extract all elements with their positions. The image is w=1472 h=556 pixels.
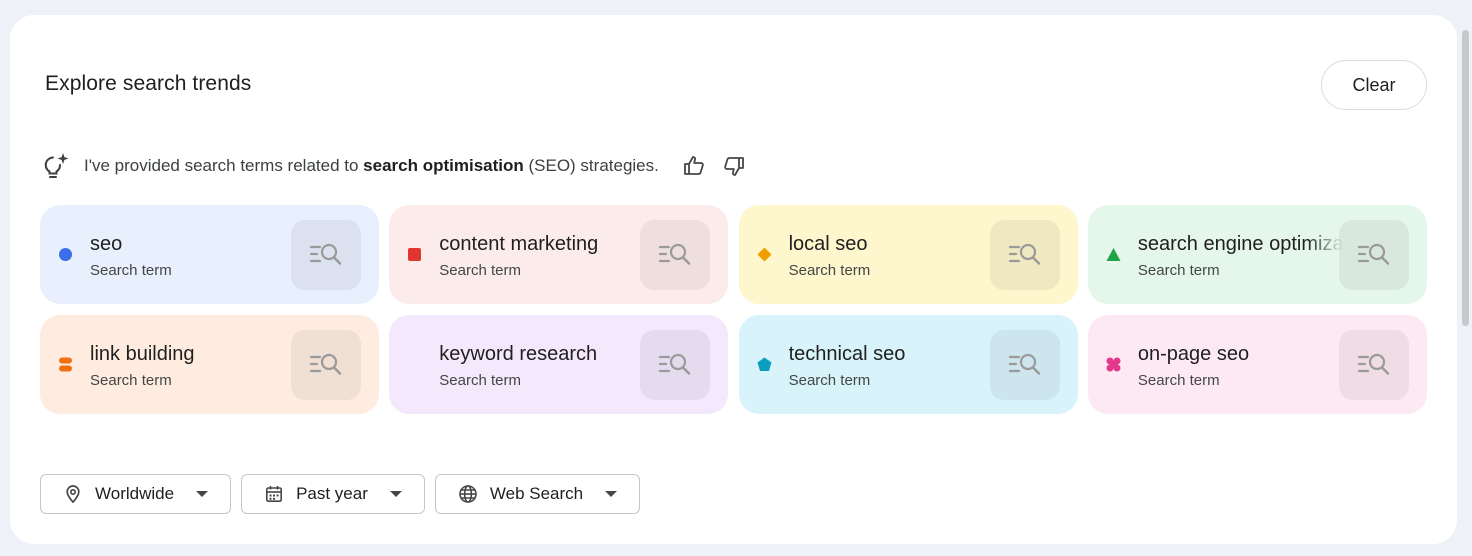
series-marker-icon	[1106, 248, 1121, 261]
explore-term-button[interactable]	[640, 330, 711, 400]
series-marker-icon	[407, 357, 422, 372]
search-term-name: keyword research	[439, 343, 598, 365]
search-term-chip[interactable]: content marketing Search term	[389, 205, 729, 304]
explore-term-button[interactable]	[291, 330, 361, 400]
ai-summary-topic: search optimisation	[363, 156, 524, 175]
location-pin-icon	[66, 485, 80, 504]
search-term-name: technical seo	[788, 343, 906, 365]
explore-term-button[interactable]	[640, 220, 711, 290]
page-title: Explore search trends	[45, 72, 252, 95]
search-term-icon	[1357, 353, 1390, 375]
search-term-icon	[1357, 243, 1390, 265]
explore-term-button[interactable]	[989, 330, 1060, 400]
ai-sparkle-icon	[44, 153, 69, 178]
search-term-type: Search term	[1137, 372, 1220, 389]
search-term-type: Search term	[90, 262, 172, 279]
scrollbar[interactable]	[1462, 30, 1469, 326]
calendar-icon	[266, 486, 283, 502]
search-term-name: local seo	[788, 233, 868, 255]
search-term-type: Search term	[439, 372, 521, 389]
search-term-name: on-page seo	[1137, 343, 1250, 365]
search-term-icon	[659, 243, 691, 265]
series-marker-icon	[408, 248, 422, 261]
location-filter[interactable]: Worldwide	[40, 474, 232, 514]
search-term-type: Search term	[788, 372, 871, 389]
search-term-name: seo	[90, 233, 123, 255]
thumbs-up-button[interactable]	[681, 153, 707, 179]
time-range-filter-label: Past year	[296, 484, 368, 503]
search-term-chip[interactable]: keyword research Search term	[389, 315, 729, 414]
search-term-type: Search term	[788, 262, 871, 279]
search-type-filter-label: Web Search	[489, 484, 584, 503]
series-marker-icon	[757, 247, 772, 262]
ai-summary-suffix: (SEO) strategies.	[523, 156, 659, 175]
search-term-chip[interactable]: search engine optimization Search term	[1087, 205, 1427, 304]
search-type-filter[interactable]: Web Search	[434, 474, 641, 514]
search-term-chip[interactable]: on-page seo Search term	[1087, 315, 1427, 414]
search-term-type: Search term	[1137, 262, 1220, 279]
explore-card: Explore search trends Clear I've provide…	[10, 15, 1457, 544]
chevron-down-icon	[389, 491, 402, 497]
search-term-type: Search term	[439, 262, 521, 279]
explore-term-button[interactable]	[291, 220, 361, 290]
search-term-name: link building	[90, 343, 195, 365]
chevron-down-icon	[196, 491, 209, 497]
thumbs-down-button[interactable]	[721, 153, 747, 179]
search-term-name: search engine optimization	[1137, 233, 1343, 255]
location-filter-label: Worldwide	[95, 484, 175, 503]
search-term-icon	[659, 353, 691, 375]
search-term-icon	[309, 353, 342, 375]
search-term-chip[interactable]: seo Search term	[40, 205, 379, 304]
explore-term-button[interactable]	[1338, 330, 1409, 400]
explore-term-button[interactable]	[1338, 220, 1409, 290]
search-term-icon	[1008, 243, 1040, 265]
search-term-type: Search term	[90, 372, 172, 389]
search-term-icon	[309, 243, 342, 265]
series-marker-icon	[59, 357, 72, 372]
chevron-down-icon	[605, 491, 618, 497]
ai-summary-prefix: I've provided search terms related to	[84, 156, 364, 175]
explore-term-button[interactable]	[989, 220, 1060, 290]
series-marker-icon	[757, 357, 772, 371]
time-range-filter[interactable]: Past year	[241, 474, 425, 514]
search-term-icon	[1008, 353, 1040, 375]
search-term-chip[interactable]: local seo Search term	[738, 205, 1078, 304]
clear-button[interactable]: Clear	[1321, 60, 1427, 110]
filter-bar: Worldwide Past year Web Search	[40, 474, 650, 514]
search-term-name: content marketing	[439, 233, 599, 255]
series-marker-icon	[1106, 357, 1121, 372]
series-marker-icon	[59, 248, 72, 261]
globe-icon	[459, 485, 477, 503]
search-term-chip[interactable]: link building Search term	[40, 315, 379, 414]
search-terms-grid: seo Search term content marketing Search te…	[40, 205, 1427, 414]
ai-summary-text: I've provided search terms related to se…	[84, 156, 659, 176]
thumbs-down-icon	[724, 157, 744, 176]
thumbs-up-icon	[683, 156, 704, 175]
search-term-chip[interactable]: technical seo Search term	[738, 315, 1078, 414]
ai-summary: I've provided search terms related to se…	[44, 151, 747, 181]
